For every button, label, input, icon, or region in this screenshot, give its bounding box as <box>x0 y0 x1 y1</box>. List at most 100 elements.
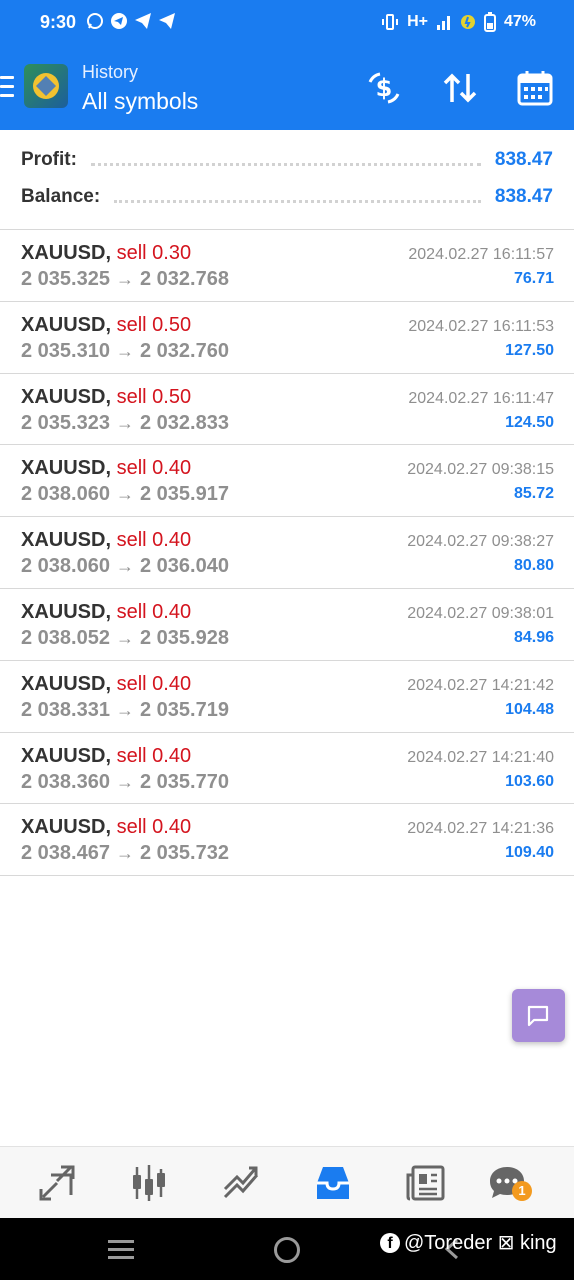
nav-quotes[interactable] <box>37 1163 77 1203</box>
balance-value: 838.47 <box>494 186 553 207</box>
trade-row[interactable]: XAUUSD, sell 0.40 2 038.467 → 2 035.732 2024… <box>0 804 574 877</box>
trade-open-price: 2 038.060 <box>21 483 110 506</box>
trade-profit: 104.48 <box>505 700 554 718</box>
price-arrow-icon: → <box>115 699 134 720</box>
trade-symbol-line: XAUUSD, sell 0.30 <box>21 242 191 265</box>
trade-close-price: 2 032.833 <box>139 411 229 434</box>
battery-icon <box>483 12 496 32</box>
trade-time: 2024.02.27 16:11:47 <box>408 389 554 407</box>
trade-prices: 2 038.052 → 2 035.928 <box>21 627 229 650</box>
quotes-icon <box>39 1165 75 1201</box>
trade-close-price: 2 035.928 <box>139 626 229 649</box>
trade-symbol: XAUUSD, <box>21 744 112 767</box>
nav-chart[interactable] <box>129 1163 169 1203</box>
trade-side: sell 0.30 <box>116 242 192 264</box>
home-button[interactable] <box>274 1237 300 1263</box>
nav-news[interactable] <box>405 1163 445 1203</box>
header-title[interactable]: All symbols <box>82 88 198 115</box>
chat-bubble-icon <box>527 1005 549 1027</box>
price-arrow-icon: → <box>115 627 134 648</box>
trade-profit: 84.96 <box>513 628 554 646</box>
trade-profit: 103.60 <box>505 772 554 790</box>
trade-profit: 76.71 <box>513 270 554 287</box>
nav-history[interactable] <box>313 1163 353 1203</box>
battery-level: 47% <box>503 13 536 30</box>
svg-text:$: $ <box>376 74 393 102</box>
trade-prices: 2 038.060 → 2 036.040 <box>21 555 229 578</box>
trade-row[interactable]: XAUUSD, sell 0.30 2 035.325 → 2 032.768 2024… <box>0 230 574 302</box>
whatsapp-icon <box>87 13 103 29</box>
recent-apps-button[interactable] <box>108 1240 134 1264</box>
price-arrow-icon: → <box>115 269 134 289</box>
trade-close-price: 2 032.768 <box>139 268 229 290</box>
signal-icon <box>436 16 450 30</box>
profit-row: Profit: 838.47 <box>21 145 553 175</box>
trade-prices: 2 038.060 → 2 035.917 <box>21 483 229 506</box>
trade-symbol: XAUUSD, <box>21 816 112 839</box>
nav-trade[interactable] <box>221 1163 261 1203</box>
watermark: f @Toreder ⊠ king <box>380 1230 557 1255</box>
menu-icon[interactable] <box>0 76 14 98</box>
nav-messages[interactable]: 1 <box>487 1163 532 1203</box>
trade-open-price: 2 038.467 <box>21 842 110 865</box>
messages-badge: 1 <box>512 1181 532 1201</box>
trade-icon <box>223 1166 259 1199</box>
trade-row[interactable]: XAUUSD, sell 0.40 2 038.331 → 2 035.719 2024… <box>0 661 574 733</box>
trade-row[interactable]: XAUUSD, sell 0.40 2 038.052 → 2 035.928 2024… <box>0 589 574 661</box>
trade-symbol: XAUUSD, <box>21 672 112 695</box>
balance-label: Balance: <box>21 186 101 207</box>
trade-time: 2024.02.27 09:38:27 <box>407 533 554 551</box>
trade-symbol: XAUUSD, <box>21 385 112 408</box>
period-button[interactable] <box>515 68 555 108</box>
trade-open-price: 2 035.325 <box>21 268 110 290</box>
trade-profit: 109.40 <box>505 844 554 862</box>
trade-row[interactable]: XAUUSD, sell 0.40 2 038.360 → 2 035.770 2024… <box>0 733 574 805</box>
trade-close-price: 2 036.040 <box>139 555 229 578</box>
trade-symbol-line: XAUUSD, sell 0.40 <box>21 745 191 768</box>
trade-symbol-line: XAUUSD, sell 0.40 <box>21 457 191 480</box>
watermark-text: @Toreder ⊠ king <box>404 1232 557 1254</box>
chat-button[interactable] <box>512 989 565 1042</box>
trade-row[interactable]: XAUUSD, sell 0.50 2 035.323 → 2 032.833 2024… <box>0 374 574 446</box>
app-header: History All symbols $ <box>0 46 574 130</box>
trade-row[interactable]: XAUUSD, sell 0.50 2 035.310 → 2 032.760 2024… <box>0 302 574 374</box>
price-arrow-icon: → <box>115 556 134 577</box>
trade-close-price: 2 035.770 <box>139 770 229 793</box>
trade-profit: 80.80 <box>513 557 554 575</box>
dollar-exchange-icon: $ <box>368 72 400 104</box>
trade-time: 2024.02.27 16:11:53 <box>408 317 554 335</box>
trade-side: sell 0.40 <box>116 529 192 552</box>
trade-side: sell 0.40 <box>116 744 192 767</box>
trade-prices: 2 035.323 → 2 032.833 <box>21 412 229 435</box>
deposit-withdraw-button[interactable]: $ <box>364 68 404 108</box>
profit-label: Profit: <box>21 149 77 170</box>
sort-button[interactable] <box>440 68 480 108</box>
trade-side: sell 0.50 <box>116 313 192 336</box>
trade-symbol: XAUUSD, <box>21 529 112 552</box>
trade-open-price: 2 038.052 <box>21 626 110 649</box>
account-summary: Profit: 838.47 Balance: 838.47 <box>0 130 574 230</box>
trade-symbol-line: XAUUSD, sell 0.40 <box>21 816 191 839</box>
system-navigation-bar: f @Toreder ⊠ king <box>0 1218 574 1280</box>
trade-side: sell 0.40 <box>116 600 192 623</box>
trade-symbol: XAUUSD, <box>21 242 112 264</box>
facebook-icon: f <box>380 1232 400 1253</box>
trade-symbol: XAUUSD, <box>21 313 112 336</box>
price-arrow-icon: → <box>115 484 134 505</box>
trade-prices: 2 035.325 → 2 032.768 <box>21 268 229 291</box>
trade-symbol-line: XAUUSD, sell 0.40 <box>21 601 191 624</box>
trade-symbol: XAUUSD, <box>21 600 112 623</box>
news-icon <box>406 1165 445 1201</box>
trade-prices: 2 035.310 → 2 032.760 <box>21 340 229 363</box>
status-bar: 9:30 H+ 47% <box>0 0 574 46</box>
trade-row[interactable]: XAUUSD, sell 0.40 2 038.060 → 2 036.040 2024… <box>0 517 574 589</box>
trade-list: XAUUSD, sell 0.30 2 035.325 → 2 032.768 2024… <box>0 230 574 877</box>
trade-time: 2024.02.27 14:21:42 <box>407 676 554 694</box>
history-icon <box>317 1167 349 1199</box>
trade-close-price: 2 035.917 <box>139 483 229 506</box>
trade-symbol-line: XAUUSD, sell 0.50 <box>21 314 191 337</box>
balance-row: Balance: 838.47 <box>21 182 553 212</box>
vibrate-icon <box>382 14 399 30</box>
trade-row[interactable]: XAUUSD, sell 0.40 2 038.060 → 2 035.917 2024… <box>0 445 574 518</box>
price-arrow-icon: → <box>115 843 134 864</box>
